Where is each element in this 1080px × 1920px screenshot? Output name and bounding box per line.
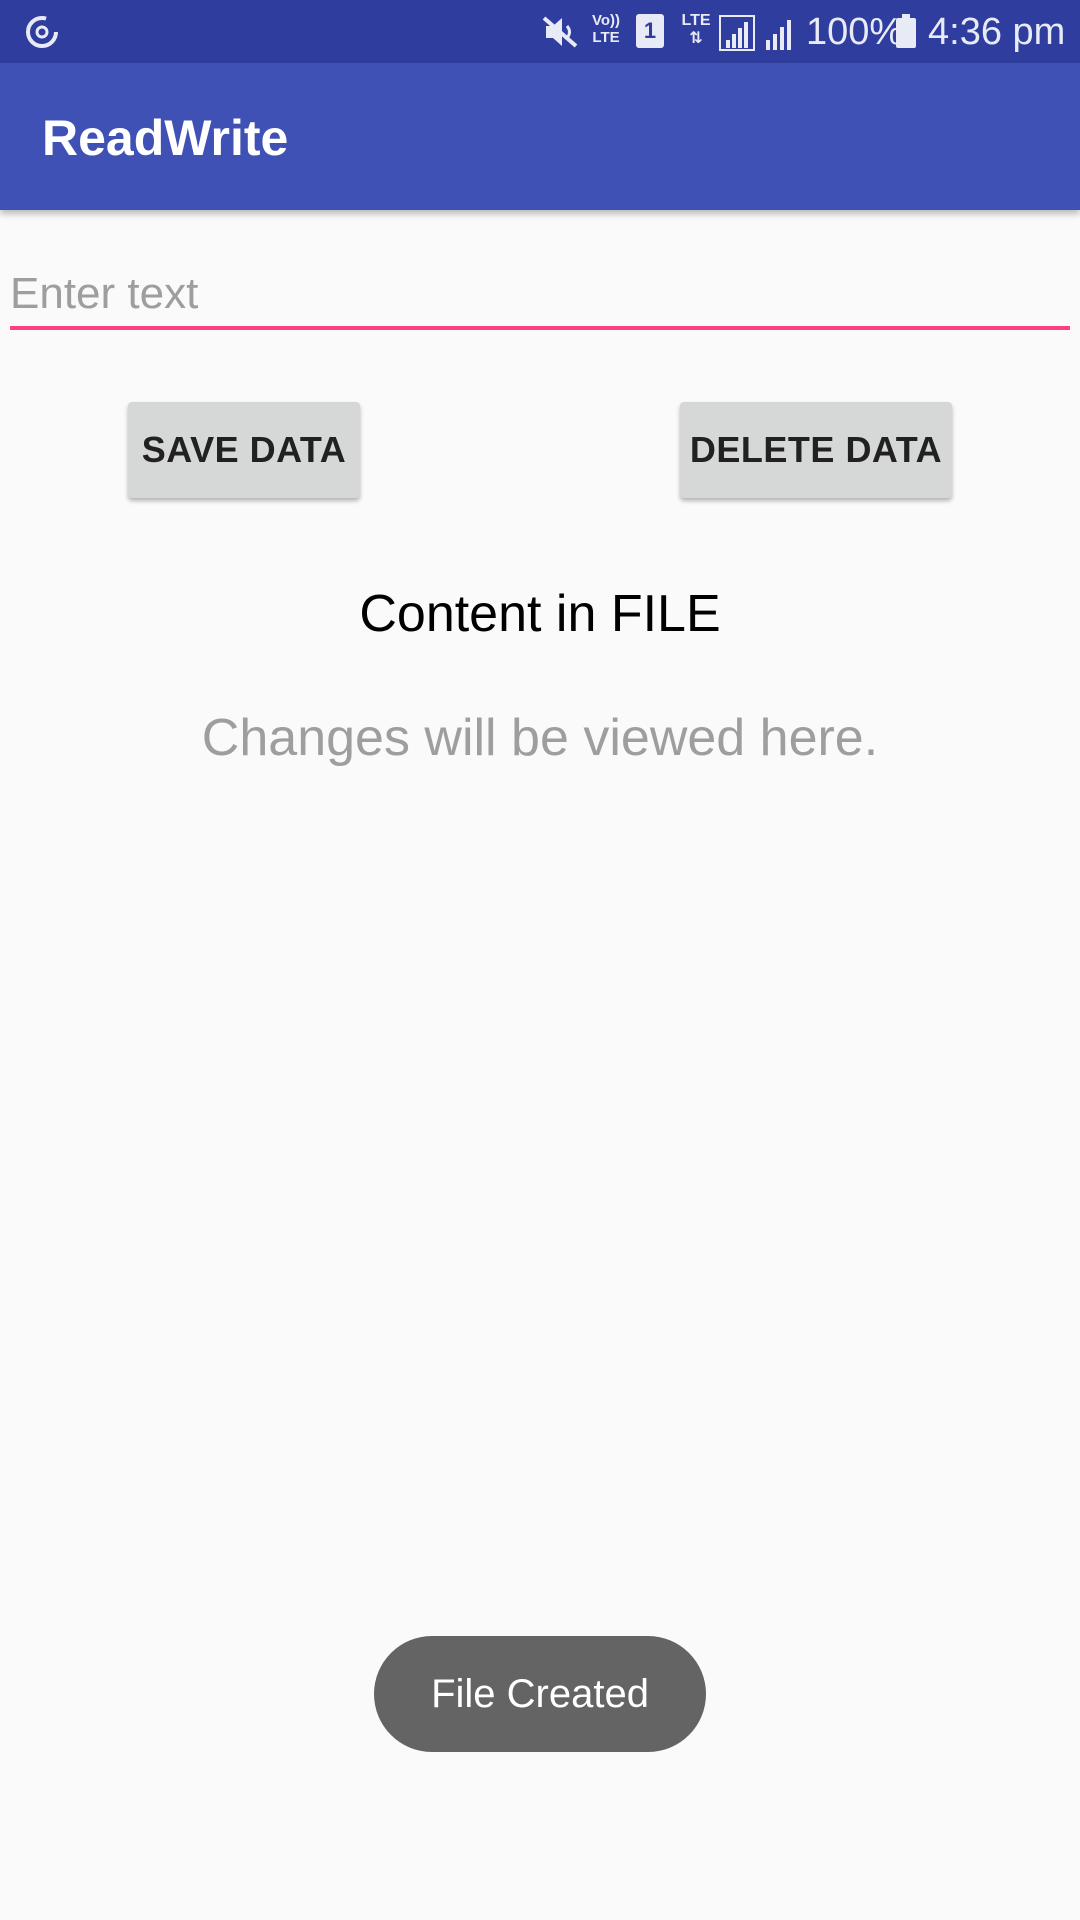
content-heading: Content in FILE bbox=[359, 585, 721, 643]
mute-icon bbox=[542, 16, 578, 48]
sim-icon: 1 bbox=[636, 14, 664, 48]
signal-icon bbox=[719, 15, 755, 51]
data-arrows-icon: ⇅ bbox=[689, 30, 703, 47]
status-bar: Vo)) LTE 1 LTE ⇅ 100% 4:36 pm bbox=[0, 0, 1080, 63]
volte-line2: LTE bbox=[592, 29, 620, 46]
app-title: ReadWrite bbox=[42, 110, 289, 166]
battery-icon bbox=[896, 14, 916, 48]
content-text: Changes will be viewed here. bbox=[201, 709, 879, 767]
save-data-button[interactable]: SAVE DATA bbox=[128, 402, 360, 498]
screen: Vo)) LTE 1 LTE ⇅ 100% 4:36 pm ReadWrite … bbox=[0, 0, 1080, 1920]
app-bar: ReadWrite bbox=[0, 63, 1080, 210]
text-input[interactable] bbox=[10, 262, 1070, 330]
battery-percent: 100% bbox=[806, 11, 904, 53]
delete-data-button[interactable]: DELETE DATA bbox=[680, 402, 952, 498]
toast-message: File Created bbox=[374, 1636, 706, 1752]
volte-icon: Vo)) LTE bbox=[588, 12, 624, 46]
lte-label: LTE bbox=[681, 12, 711, 29]
lte-icon: LTE ⇅ bbox=[678, 12, 714, 48]
signal-icon bbox=[766, 20, 791, 50]
sync-icon bbox=[26, 16, 58, 48]
status-time: 4:36 pm bbox=[928, 11, 1066, 53]
volte-line1: Vo)) bbox=[591, 12, 621, 29]
